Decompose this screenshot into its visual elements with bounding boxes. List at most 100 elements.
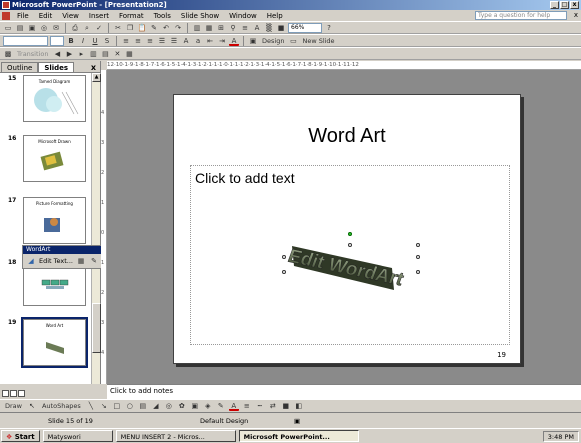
forward-icon[interactable]: ▶ [64, 49, 74, 59]
font-size-select[interactable] [50, 35, 64, 46]
resize-handle[interactable] [416, 243, 420, 247]
ask-question-input[interactable]: Type a question for help [475, 11, 567, 20]
notes-pane[interactable]: Click to add notes [107, 384, 581, 399]
picture-icon[interactable]: ▥ [88, 49, 98, 59]
decrease-font-icon[interactable]: a [193, 36, 203, 46]
color-grayscale-icon[interactable]: ■ [276, 23, 286, 33]
save-icon[interactable]: ▣ [27, 23, 37, 33]
slide-thumbnail[interactable]: Microsoft Drawn [23, 135, 86, 182]
line-icon[interactable]: ╲ [86, 401, 96, 411]
hyperlink-icon[interactable]: ⚲ [228, 23, 238, 33]
font-color-icon[interactable]: A [229, 36, 239, 46]
slide-thumbnail[interactable]: Picture Formatting [23, 197, 86, 244]
sorter-view-icon[interactable] [10, 390, 17, 397]
resize-handle[interactable] [282, 255, 286, 259]
underline-icon[interactable]: U [90, 36, 100, 46]
draw-menu-button[interactable]: Draw [3, 402, 24, 410]
rectangle-icon[interactable]: □ [112, 401, 122, 411]
show-formatting-icon[interactable]: A [252, 23, 262, 33]
autoshapes-menu-button[interactable]: AutoShapes [40, 402, 83, 410]
delete-icon[interactable]: ✕ [112, 49, 122, 59]
insert-wordart-icon[interactable]: ◢ [26, 256, 36, 266]
edit-text-button[interactable]: Edit Text... [39, 257, 73, 265]
insert-table-icon[interactable]: ▦ [204, 23, 214, 33]
wordart-object[interactable]: Edit WordArt [282, 232, 420, 298]
italic-icon[interactable]: I [78, 36, 88, 46]
slide-thumb-entry[interactable]: 16 Microsoft Drawn [0, 135, 91, 185]
slide-thumb-entry[interactable]: 15 Tamed Diagram [0, 75, 91, 125]
align-right-icon[interactable]: ≡ [145, 36, 155, 46]
new-slide-icon[interactable]: ▭ [288, 36, 298, 46]
format-wordart-icon[interactable]: ✎ [89, 256, 99, 266]
menu-help[interactable]: Help [262, 12, 288, 20]
open-icon[interactable]: ▤ [15, 23, 25, 33]
wordart-icon[interactable]: ◢ [151, 401, 161, 411]
cut-icon[interactable]: ✂ [113, 23, 123, 33]
spelling-icon[interactable]: ✓ [94, 23, 104, 33]
start-button[interactable]: ❖ Start [1, 430, 40, 442]
decrease-indent-icon[interactable]: ⇤ [205, 36, 215, 46]
slide-thumb-entry[interactable]: 17 Picture Formatting [0, 197, 91, 247]
bullets-icon[interactable]: ☰ [169, 36, 179, 46]
dash-style-icon[interactable]: ┅ [255, 401, 265, 411]
new-icon[interactable]: ▭ [3, 23, 13, 33]
shadow-icon[interactable]: S [102, 36, 112, 46]
insert-chart-icon[interactable]: ▥ [192, 23, 202, 33]
line-color-icon[interactable]: ✎ [216, 401, 226, 411]
3d-style-icon[interactable]: ◧ [294, 401, 304, 411]
menu-format[interactable]: Format [114, 12, 149, 20]
next-icon[interactable]: ▸ [76, 49, 86, 59]
resize-handle[interactable] [416, 255, 420, 259]
zoom-select[interactable]: 66% [288, 22, 322, 33]
arrow-icon[interactable]: ↘ [99, 401, 109, 411]
slide-thumbnail[interactable]: Tamed Diagram [23, 75, 86, 122]
slide-canvas[interactable]: Word Art Click to add text Edit WordArt [173, 94, 521, 364]
menu-insert[interactable]: Insert [84, 12, 114, 20]
redo-icon[interactable]: ↷ [173, 23, 183, 33]
tab-slides[interactable]: Slides [38, 62, 75, 72]
document-close-button[interactable]: x [574, 11, 578, 19]
numbering-icon[interactable]: ☰ [157, 36, 167, 46]
transition-button[interactable]: Transition [15, 50, 50, 58]
minimize-button[interactable]: _ [550, 1, 559, 9]
close-button[interactable]: x [570, 1, 579, 9]
menu-edit[interactable]: Edit [34, 12, 58, 20]
normal-view-icon[interactable] [2, 390, 9, 397]
slide-thumbnail-selected[interactable]: Word Art [21, 317, 88, 368]
font-color-draw-icon[interactable]: A [228, 401, 239, 411]
permission-icon[interactable]: ◎ [39, 23, 49, 33]
pane-close-button[interactable]: x [91, 63, 96, 72]
shadow-style-icon[interactable]: ■ [281, 401, 291, 411]
select-objects-icon[interactable]: ↖ [27, 401, 37, 411]
format-painter-icon[interactable]: ✎ [149, 23, 159, 33]
tab-outline[interactable]: Outline [1, 62, 39, 72]
undo-icon[interactable]: ↶ [161, 23, 171, 33]
task-folder[interactable]: Matyswori [42, 430, 113, 442]
menu-view[interactable]: View [57, 12, 84, 20]
fill-color-icon[interactable]: ◈ [203, 401, 213, 411]
insert-picture-icon[interactable]: ▣ [190, 401, 200, 411]
increase-font-icon[interactable]: A [181, 36, 191, 46]
textbox-icon[interactable]: ▤ [138, 401, 148, 411]
menu-tools[interactable]: Tools [149, 12, 176, 20]
task-powerpoint[interactable]: Microsoft PowerPoint... [238, 430, 359, 442]
copy-icon[interactable]: ❐ [125, 23, 135, 33]
task-word[interactable]: MENU INSERT 2 - Micros... [115, 430, 236, 442]
back-icon[interactable]: ◀ [52, 49, 62, 59]
resize-handle[interactable] [348, 243, 352, 247]
font-name-select[interactable] [3, 35, 48, 46]
resize-handle[interactable] [416, 270, 420, 274]
help-icon[interactable]: ? [324, 23, 334, 33]
reviewing-pane-icon[interactable]: ▦ [124, 49, 134, 59]
slide-title[interactable]: Word Art [174, 125, 520, 148]
email-icon[interactable]: ✉ [51, 23, 61, 33]
tables-borders-icon[interactable]: ⊞ [216, 23, 226, 33]
bold-icon[interactable]: B [66, 36, 76, 46]
paste-icon[interactable]: 📋 [137, 23, 147, 33]
clipart-icon[interactable]: ✿ [177, 401, 187, 411]
pane-scrollbar[interactable]: ▲ [91, 73, 101, 384]
rotate-handle[interactable] [348, 232, 352, 236]
line-style-icon[interactable]: ≡ [242, 401, 252, 411]
comment-icon[interactable]: ▤ [100, 49, 110, 59]
menu-file[interactable]: File [12, 12, 34, 20]
